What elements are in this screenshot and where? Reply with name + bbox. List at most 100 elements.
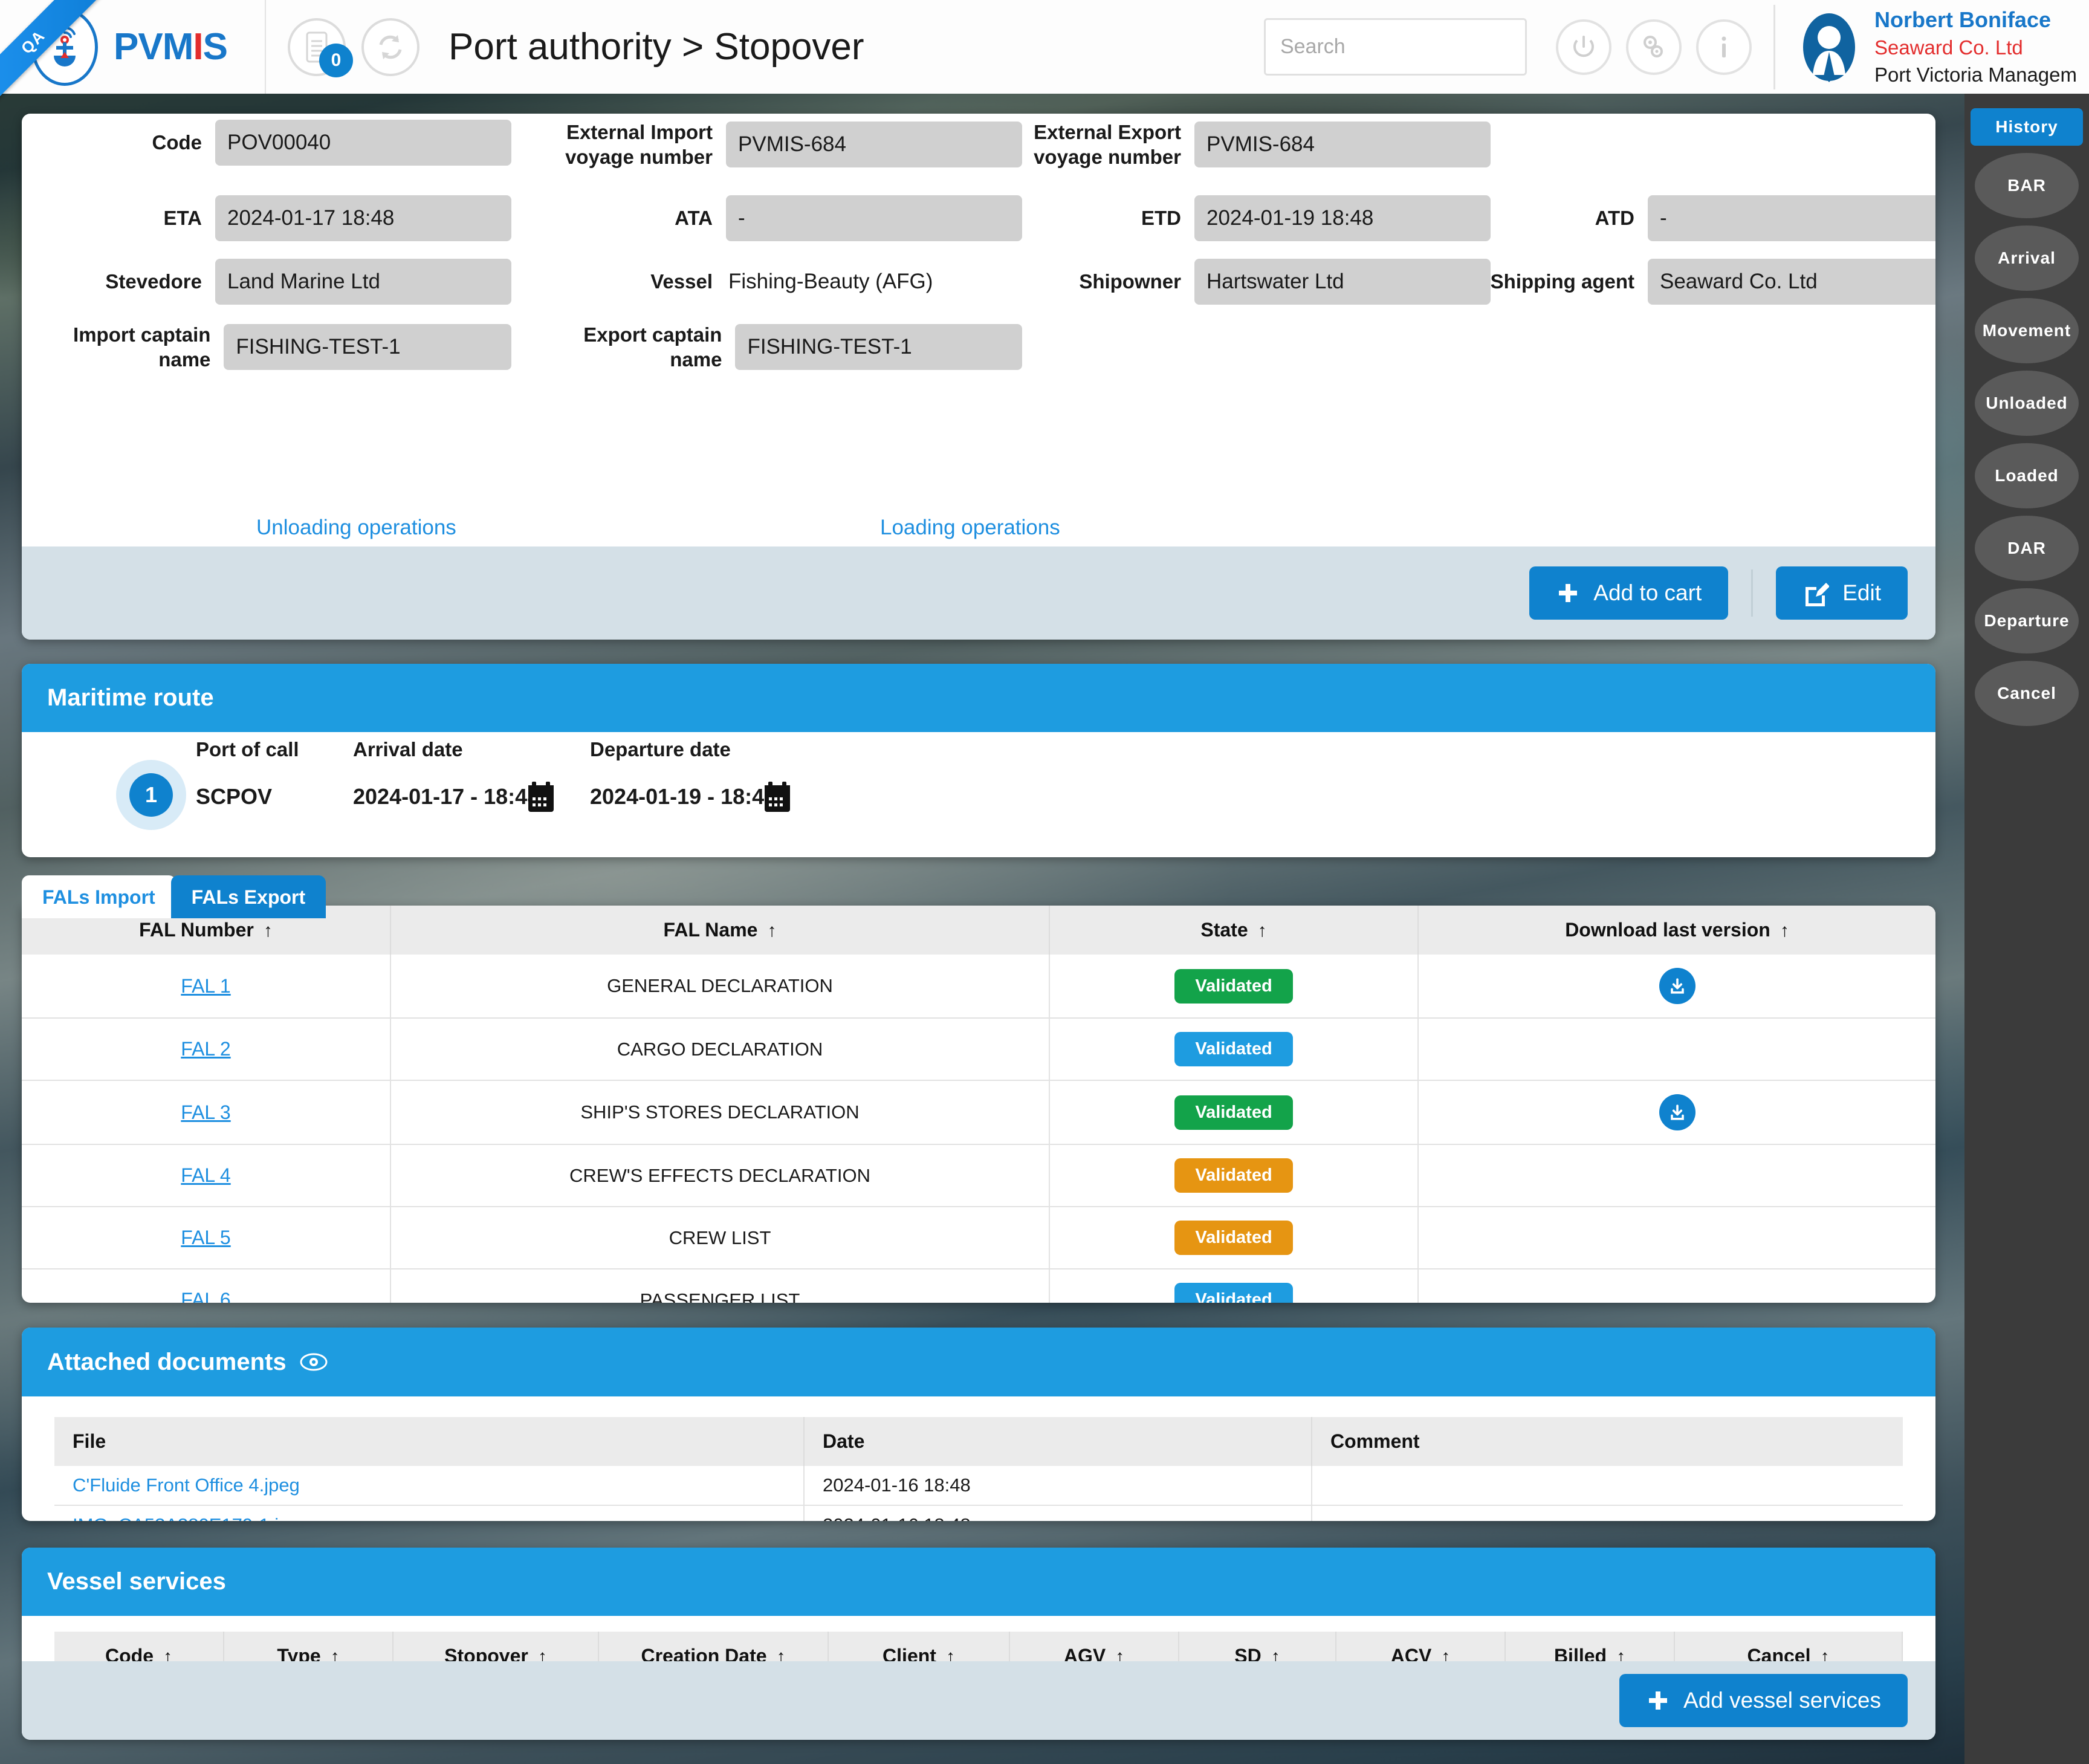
field-value[interactable]: 2024-01-19 18:48: [1194, 195, 1491, 241]
eye-icon[interactable]: [300, 1348, 328, 1376]
add-to-cart-button[interactable]: Add to cart: [1529, 566, 1728, 620]
fal-number-link[interactable]: FAL 1: [181, 975, 230, 997]
edit-pencil-icon: [1802, 580, 1829, 606]
rail-item-movement[interactable]: Movement: [1975, 298, 2079, 363]
table-row: FAL 5CREW LISTValidated: [22, 1207, 1935, 1269]
download-icon[interactable]: [1659, 1094, 1695, 1130]
download-icon[interactable]: [1659, 968, 1695, 1004]
user-block[interactable]: Norbert Boniface Seaward Co. Ltd Port Vi…: [1797, 5, 2089, 89]
maritime-route-title: Maritime route: [47, 684, 214, 712]
fal-number-link[interactable]: FAL 4: [181, 1164, 230, 1186]
rail-item-dar[interactable]: DAR: [1975, 516, 2079, 581]
col-download-last-version[interactable]: Download last version↑: [1418, 906, 1935, 955]
rail-item-bar[interactable]: BAR: [1975, 153, 2079, 218]
field-value[interactable]: PVMIS-684: [1194, 122, 1491, 167]
plus-icon: [1556, 581, 1580, 605]
edit-button[interactable]: Edit: [1776, 566, 1908, 620]
field-value[interactable]: Seaward Co. Ltd: [1648, 259, 1935, 305]
tab-fals-export[interactable]: FALs Export: [171, 875, 326, 918]
col-state[interactable]: State↑: [1049, 906, 1418, 955]
cell-date: 2024-01-16 18:48: [804, 1505, 1312, 1521]
table-row: FAL 4CREW'S EFFECTS DECLARATIONValidated: [22, 1144, 1935, 1207]
refresh-icon[interactable]: [361, 18, 419, 76]
field-label: ETD: [1141, 206, 1181, 230]
status-badge: Validated: [1174, 1221, 1292, 1255]
power-icon[interactable]: [1556, 19, 1611, 75]
cell-fal-number: FAL 5: [22, 1207, 390, 1269]
rail-item-loaded[interactable]: Loaded: [1975, 443, 2079, 508]
maritime-route-header: Maritime route: [22, 664, 1935, 732]
search-input[interactable]: [1266, 20, 1527, 74]
field-label: Export captain name: [533, 322, 722, 372]
link-unloading-operations[interactable]: Unloading operations: [256, 516, 456, 540]
tab-fals-import[interactable]: FALs Import: [22, 875, 176, 918]
route-index-badge: 1: [129, 773, 173, 817]
field-value[interactable]: 2024-01-17 18:48: [215, 195, 511, 241]
field-label: Vessel: [650, 269, 713, 294]
sort-arrow-icon: ↑: [1258, 921, 1267, 941]
rail-item-history[interactable]: History: [1971, 108, 2083, 146]
field-value[interactable]: FISHING-TEST-1: [735, 324, 1022, 370]
logo-part-1: PVM: [114, 26, 193, 68]
gears-icon[interactable]: [1626, 19, 1682, 75]
route-port-of-call: SCPOV: [196, 784, 272, 809]
cell-fal-name: PASSENGER LIST: [390, 1269, 1049, 1303]
fals-table: FAL Number↑ FAL Name↑ State↑ Download la…: [22, 906, 1935, 1303]
fal-number-link[interactable]: FAL 2: [181, 1038, 230, 1060]
document-link[interactable]: C'Fluide Front Office 4.jpeg: [73, 1474, 300, 1496]
stopover-action-bar: Add to cart Edit: [22, 546, 1935, 640]
field-value[interactable]: FISHING-TEST-1: [224, 324, 511, 370]
search-box[interactable]: [1264, 18, 1527, 76]
field-etd: ETD 2024-01-19 18:48: [1001, 195, 1491, 241]
route-departure-date: 2024-01-19 - 18:48: [590, 784, 776, 809]
logo-zone[interactable]: QA PVMIS: [0, 0, 266, 94]
col-file: File: [54, 1417, 804, 1466]
status-badge: Validated: [1174, 1032, 1292, 1066]
field-code: Code POV00040: [22, 120, 511, 166]
add-vessel-services-button[interactable]: Add vessel services: [1619, 1674, 1908, 1727]
link-loading-operations[interactable]: Loading operations: [880, 516, 1060, 540]
col-fal-name[interactable]: FAL Name↑: [390, 906, 1049, 955]
calendar-icon[interactable]: [526, 780, 555, 813]
fal-number-link[interactable]: FAL 5: [181, 1227, 230, 1248]
port-anchor-icon: [31, 8, 98, 86]
cart-documents-button[interactable]: 0: [288, 18, 346, 76]
cell-state: Validated: [1049, 1080, 1418, 1144]
cell-state: Validated: [1049, 1207, 1418, 1269]
stopover-form: Code POV00040 External Import voyage num…: [22, 114, 1935, 546]
col-comment: Comment: [1312, 1417, 1903, 1466]
field-value[interactable]: Land Marine Ltd: [215, 259, 511, 305]
field-shipping-agent: Shipping agent Seaward Co. Ltd: [1466, 259, 1935, 305]
route-col-arrival-date: Arrival date: [353, 738, 463, 761]
field-shipowner: Shipowner Hartswater Ltd: [1001, 259, 1491, 305]
route-arrival-date: 2024-01-17 - 18:48: [353, 784, 539, 809]
field-value[interactable]: POV00040: [215, 120, 511, 166]
fal-number-link[interactable]: FAL 3: [181, 1101, 230, 1123]
cell-fal-number: FAL 6: [22, 1269, 390, 1303]
attached-documents-body: File Date Comment C'Fluide Front Office …: [22, 1396, 1935, 1521]
field-label: Import captain name: [22, 322, 210, 372]
page-title: Port authority > Stopover: [449, 25, 864, 68]
rail-item-cancel[interactable]: Cancel: [1975, 661, 2079, 726]
field-value[interactable]: Hartswater Ltd: [1194, 259, 1491, 305]
field-stevedore: Stevedore Land Marine Ltd: [22, 259, 511, 305]
rail-item-unloaded[interactable]: Unloaded: [1975, 371, 2079, 436]
status-badge: Validated: [1174, 1283, 1292, 1303]
cell-state: Validated: [1049, 1144, 1418, 1207]
cell-download: [1418, 955, 1935, 1018]
field-value[interactable]: -: [1648, 195, 1935, 241]
calendar-icon[interactable]: [763, 780, 792, 813]
cell-comment: [1312, 1505, 1903, 1521]
document-link[interactable]: IMG_CA53A380E179-1.jpeg: [73, 1514, 310, 1521]
fal-number-link[interactable]: FAL 6: [181, 1289, 230, 1303]
cell-fal-number: FAL 1: [22, 955, 390, 1018]
field-value[interactable]: PVMIS-684: [726, 122, 1022, 167]
cell-fal-name: CARGO DECLARATION: [390, 1018, 1049, 1080]
cell-fal-name: GENERAL DECLARATION: [390, 955, 1049, 1018]
attached-documents-table: File Date Comment C'Fluide Front Office …: [54, 1417, 1903, 1521]
rail-item-arrival[interactable]: Arrival: [1975, 225, 2079, 291]
field-value[interactable]: -: [726, 195, 1022, 241]
plus-icon: [1646, 1688, 1670, 1713]
rail-item-departure[interactable]: Departure: [1975, 588, 2079, 653]
info-icon[interactable]: [1696, 19, 1752, 75]
